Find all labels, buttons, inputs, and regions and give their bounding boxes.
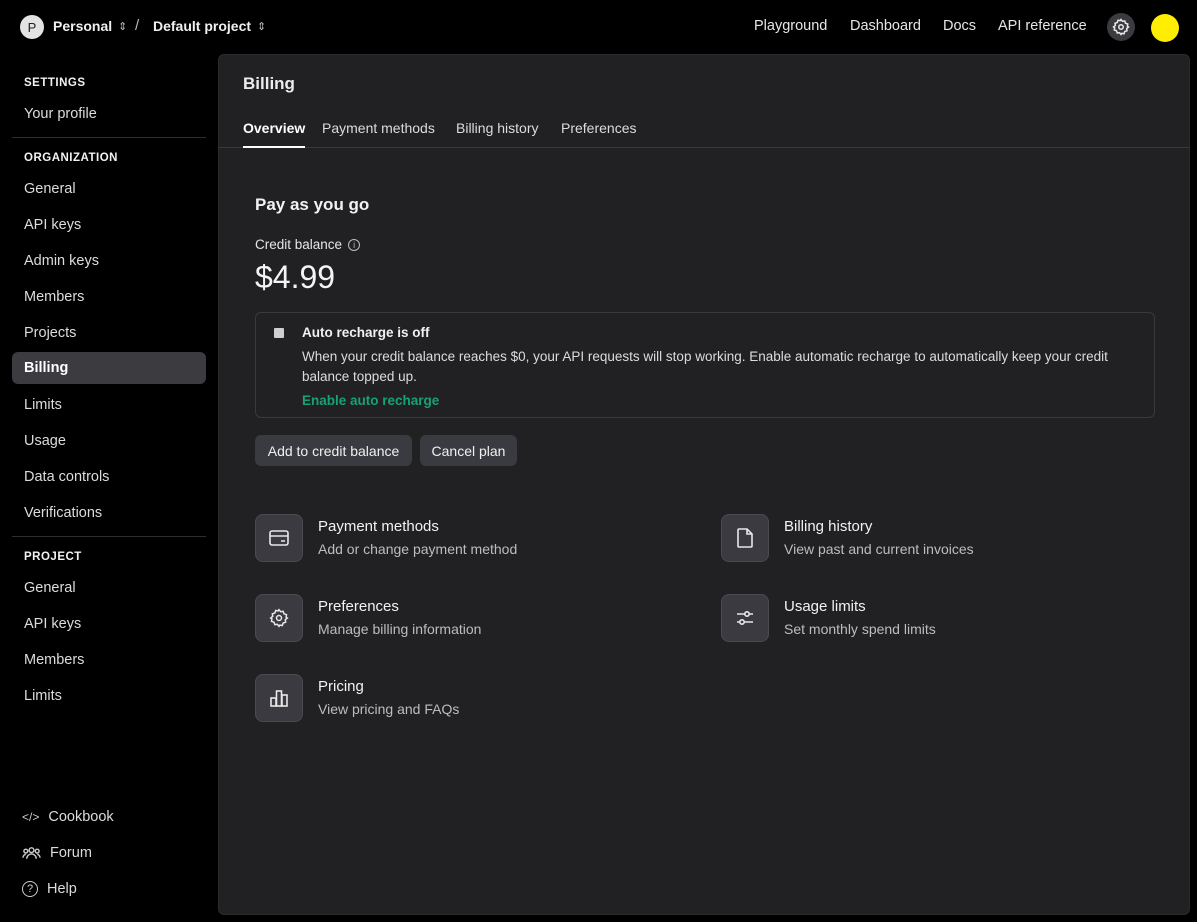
plan-heading: Pay as you go xyxy=(255,195,370,214)
sidebar-item-general[interactable]: General xyxy=(12,173,206,205)
card-subtitle: Manage billing information xyxy=(318,621,482,637)
tab-payment-methods[interactable]: Payment methods xyxy=(322,120,435,148)
tab-preferences[interactable]: Preferences xyxy=(561,120,636,148)
sidebar: SETTINGS Your profile ORGANIZATION Gener… xyxy=(0,54,218,922)
card-subtitle: Set monthly spend limits xyxy=(784,621,936,637)
card-billing-history[interactable]: Billing history View past and current in… xyxy=(721,514,1141,564)
user-avatar[interactable] xyxy=(1151,14,1179,42)
enable-auto-recharge-link[interactable]: Enable auto recharge xyxy=(302,393,439,408)
tab-billing-history[interactable]: Billing history xyxy=(456,120,538,148)
info-icon[interactable]: i xyxy=(348,238,361,251)
code-icon: </> xyxy=(22,810,40,824)
org-switcher[interactable]: Personal ⇕ xyxy=(53,18,127,34)
auto-recharge-notice: Auto recharge is off When your credit ba… xyxy=(255,312,1155,418)
sidebar-item-verifications[interactable]: Verifications xyxy=(12,497,206,529)
card-title: Payment methods xyxy=(318,518,439,535)
auto-recharge-title: Auto recharge is off xyxy=(302,325,430,340)
credit-balance-label: Credit balance i xyxy=(255,237,361,252)
project-switcher[interactable]: Default project ⇕ xyxy=(153,18,266,34)
credit-card-icon xyxy=(255,514,303,562)
org-name: Personal xyxy=(53,18,113,34)
billing-tabs: Overview Payment methods Billing history… xyxy=(219,115,1189,148)
bar-chart-icon xyxy=(255,674,303,722)
sidebar-item-project-members[interactable]: Members xyxy=(12,644,206,676)
nav-link-dashboard[interactable]: Dashboard xyxy=(850,18,921,34)
gear-icon xyxy=(255,594,303,642)
sidebar-item-project-api-keys[interactable]: API keys xyxy=(12,608,206,640)
nav-link-playground[interactable]: Playground xyxy=(754,18,827,34)
people-icon xyxy=(22,847,41,859)
chevron-updown-icon: ⇕ xyxy=(257,20,267,33)
card-title: Preferences xyxy=(318,598,399,615)
section-title-settings: SETTINGS xyxy=(24,77,86,89)
credit-label-text: Credit balance xyxy=(255,237,343,252)
cookbook-label: Cookbook xyxy=(48,809,114,825)
help-label: Help xyxy=(47,881,77,897)
sidebar-item-usage[interactable]: Usage xyxy=(12,425,206,457)
sidebar-item-api-keys[interactable]: API keys xyxy=(12,209,206,241)
sidebar-item-projects[interactable]: Projects xyxy=(12,317,206,349)
help-icon: ? xyxy=(22,881,38,897)
sidebar-item-members[interactable]: Members xyxy=(12,281,206,313)
cancel-plan-button[interactable]: Cancel plan xyxy=(420,435,517,466)
org-avatar[interactable]: P xyxy=(20,15,44,39)
sidebar-link-help[interactable]: ? Help xyxy=(22,881,77,897)
sidebar-divider xyxy=(12,137,206,138)
sidebar-item-project-general[interactable]: General xyxy=(12,572,206,604)
project-name: Default project xyxy=(153,18,252,34)
document-icon xyxy=(721,514,769,562)
settings-button[interactable] xyxy=(1107,13,1135,41)
sidebar-item-limits[interactable]: Limits xyxy=(12,389,206,421)
sidebar-item-project-limits[interactable]: Limits xyxy=(12,680,206,712)
card-subtitle: View past and current invoices xyxy=(784,541,974,557)
card-usage-limits[interactable]: Usage limits Set monthly spend limits xyxy=(721,594,1141,644)
sidebar-item-admin-keys[interactable]: Admin keys xyxy=(12,245,206,277)
breadcrumb-separator: / xyxy=(135,17,140,34)
card-title: Billing history xyxy=(784,518,873,535)
sliders-icon xyxy=(721,594,769,642)
nav-link-docs[interactable]: Docs xyxy=(943,18,976,34)
add-to-credit-balance-button[interactable]: Add to credit balance xyxy=(255,435,412,466)
main-panel: Billing Overview Payment methods Billing… xyxy=(218,54,1190,915)
sidebar-divider xyxy=(12,536,206,537)
chevron-updown-icon: ⇕ xyxy=(118,20,128,33)
page-title: Billing xyxy=(243,74,295,93)
tab-overview[interactable]: Overview xyxy=(243,120,306,148)
card-subtitle: View pricing and FAQs xyxy=(318,701,460,717)
sidebar-item-billing[interactable]: Billing xyxy=(12,352,206,384)
auto-recharge-description: When your credit balance reaches $0, you… xyxy=(302,349,1108,384)
gear-icon xyxy=(1112,18,1130,36)
credit-balance-value: $4.99 xyxy=(255,259,336,295)
section-title-organization: ORGANIZATION xyxy=(24,152,118,164)
forum-label: Forum xyxy=(50,845,92,861)
status-square-icon xyxy=(274,328,284,338)
sidebar-item-data-controls[interactable]: Data controls xyxy=(12,461,206,493)
top-bar: P Personal ⇕ / Default project ⇕ Playgro… xyxy=(0,0,1197,54)
section-title-project: PROJECT xyxy=(24,551,82,563)
card-preferences[interactable]: Preferences Manage billing information xyxy=(255,594,675,644)
nav-link-api-reference[interactable]: API reference xyxy=(998,18,1087,34)
sidebar-item-your-profile[interactable]: Your profile xyxy=(12,98,206,130)
sidebar-link-cookbook[interactable]: </> Cookbook xyxy=(22,809,114,825)
card-subtitle: Add or change payment method xyxy=(318,541,518,557)
sidebar-link-forum[interactable]: Forum xyxy=(22,845,92,861)
card-title: Usage limits xyxy=(784,598,866,615)
card-pricing[interactable]: Pricing View pricing and FAQs xyxy=(255,674,675,724)
card-payment-methods[interactable]: Payment methods Add or change payment me… xyxy=(255,514,675,564)
card-title: Pricing xyxy=(318,678,364,695)
